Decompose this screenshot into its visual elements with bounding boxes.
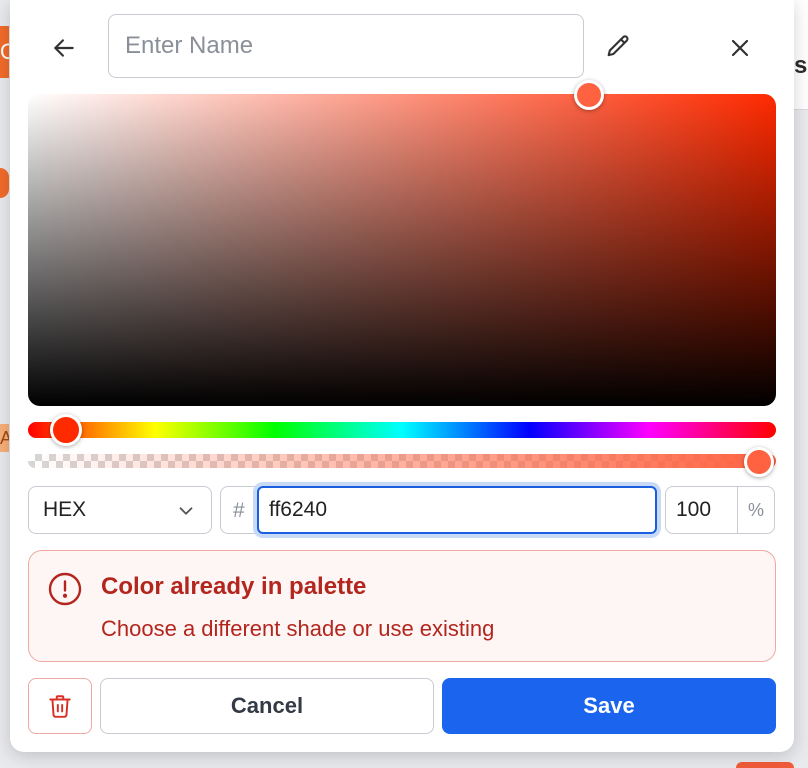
cancel-button[interactable]: Cancel bbox=[100, 678, 434, 734]
background-bottom-button bbox=[736, 762, 794, 768]
chevron-down-icon bbox=[179, 507, 193, 515]
background-left-label-glyph: A bbox=[0, 428, 9, 448]
opacity-unit: % bbox=[747, 500, 764, 520]
pencil-icon bbox=[607, 35, 629, 57]
opacity-input-group: % bbox=[665, 486, 775, 534]
color-picker-dialog: HEX # % Color already in palette Choose … bbox=[10, 0, 794, 752]
color-format-select[interactable]: HEX bbox=[28, 486, 212, 534]
background-right-text: s bbox=[794, 52, 808, 79]
edit-name-button[interactable] bbox=[602, 30, 634, 64]
saturation-brightness-handle[interactable] bbox=[574, 80, 604, 110]
background-left-badge bbox=[0, 168, 9, 198]
opacity-input[interactable] bbox=[666, 487, 738, 533]
hue-slider-handle[interactable] bbox=[50, 414, 82, 446]
back-button[interactable] bbox=[48, 32, 80, 64]
delete-button[interactable] bbox=[28, 678, 92, 734]
hue-slider[interactable] bbox=[28, 422, 776, 438]
hex-input[interactable] bbox=[257, 486, 657, 534]
dialog-header bbox=[10, 0, 794, 90]
arrow-left-icon bbox=[54, 39, 74, 57]
warning-title: Color already in palette bbox=[101, 573, 367, 600]
color-format-label: HEX bbox=[43, 498, 87, 521]
hash-prefix: # bbox=[233, 499, 245, 522]
color-name-input[interactable] bbox=[108, 14, 584, 78]
opacity-slider-handle[interactable] bbox=[744, 447, 774, 477]
trash-icon bbox=[49, 695, 71, 718]
opacity-slider[interactable] bbox=[28, 454, 776, 468]
background-left-label: A bbox=[0, 424, 9, 452]
info-icon bbox=[48, 572, 82, 606]
background-left-tab: O bbox=[0, 26, 9, 78]
background-left-tab-glyph: O bbox=[0, 39, 9, 64]
close-icon bbox=[731, 39, 749, 57]
warning-message: Choose a different shade or use existing bbox=[101, 616, 495, 641]
hex-input-group: # bbox=[220, 486, 657, 534]
save-button[interactable]: Save bbox=[442, 678, 776, 734]
saturation-brightness-area[interactable] bbox=[28, 94, 776, 406]
close-button[interactable] bbox=[724, 32, 756, 64]
duplicate-color-warning: Color already in palette Choose a differ… bbox=[28, 550, 776, 662]
